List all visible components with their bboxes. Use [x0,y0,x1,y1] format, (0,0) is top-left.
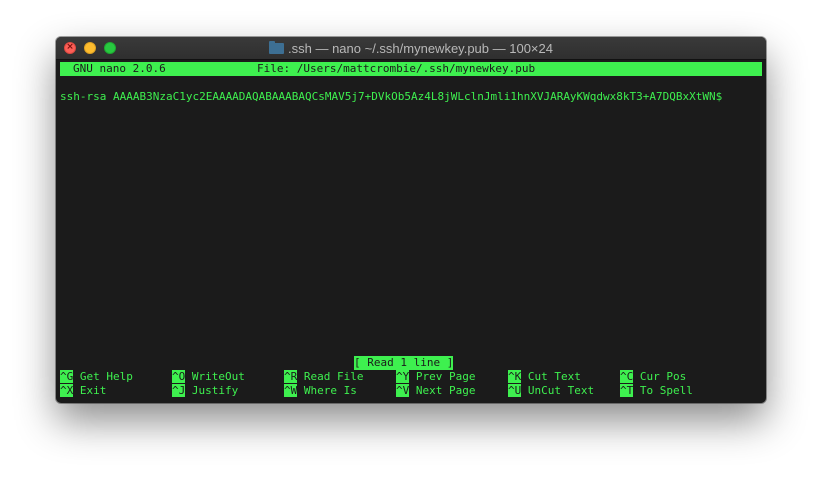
shortcut-key: ^W [284,384,298,397]
window-title-area: .ssh — nano ~/.ssh/mynewkey.pub — 100×24 [56,37,766,59]
shortcut-cut-text: ^K Cut Text [508,370,581,384]
nano-version: GNU nano 2.0.6 [73,62,166,75]
shortcut-prev-page: ^Y Prev Page [396,370,475,384]
shortcut-key: ^V [396,384,410,397]
shortcut-read-file: ^R Read File [284,370,363,384]
window-title: .ssh — nano ~/.ssh/mynewkey.pub — 100×24 [288,41,553,56]
title-bar[interactable]: × .ssh — nano ~/.ssh/mynewkey.pub — 100×… [56,37,766,60]
shortcut-uncut-text: ^U UnCut Text [508,384,594,398]
shortcut-label: Cur Pos [633,370,687,383]
shortcut-where-is: ^W Where Is [284,384,357,398]
shortcut-next-page: ^V Next Page [396,384,475,398]
shortcut-key: ^X [60,384,74,397]
shortcut-label: Next Page [409,384,476,397]
shortcut-label: Justify [185,384,239,397]
shortcut-key: ^Y [396,370,410,383]
shortcut-key: ^R [284,370,298,383]
shortcut-justify: ^J Justify [172,384,238,398]
shortcut-cur-pos: ^C Cur Pos [620,370,686,384]
shortcut-label: UnCut Text [521,384,595,397]
shortcut-label: Read File [297,370,364,383]
terminal-content[interactable]: GNU nano 2.0.6 File: /Users/mattcrombie/… [60,61,762,399]
shortcut-label: Cut Text [521,370,581,383]
shortcut-label: Prev Page [409,370,476,383]
shortcut-key: ^O [172,370,186,383]
shortcut-key: ^K [508,370,522,383]
shortcut-key: ^C [620,370,634,383]
shortcut-label: To Spell [633,384,693,397]
shortcut-label: Get Help [73,370,133,383]
shortcut-writeout: ^O WriteOut [172,370,245,384]
shortcut-get-help: ^G Get Help [60,370,133,384]
folder-icon [269,41,285,54]
status-message: [ Read 1 line ] [354,356,454,370]
shortcut-label: WriteOut [185,370,245,383]
shortcut-key: ^J [172,384,186,397]
shortcut-key: ^T [620,384,634,397]
shortcut-exit: ^X Exit [60,384,106,398]
shortcut-key: ^G [60,370,74,383]
shortcut-to-spell: ^T To Spell [620,384,693,398]
shortcut-label: Where Is [297,384,357,397]
shortcut-label: Exit [73,384,107,397]
terminal-window: × .ssh — nano ~/.ssh/mynewkey.pub — 100×… [56,37,766,403]
nano-file-path: File: /Users/mattcrombie/.ssh/mynewkey.p… [257,62,536,75]
nano-header-bar: GNU nano 2.0.6 File: /Users/mattcrombie/… [60,62,762,76]
shortcut-key: ^U [508,384,522,397]
file-content-line[interactable]: ssh-rsa AAAAB3NzaC1yc2EAAAADAQABAAABAQCs… [60,90,762,104]
